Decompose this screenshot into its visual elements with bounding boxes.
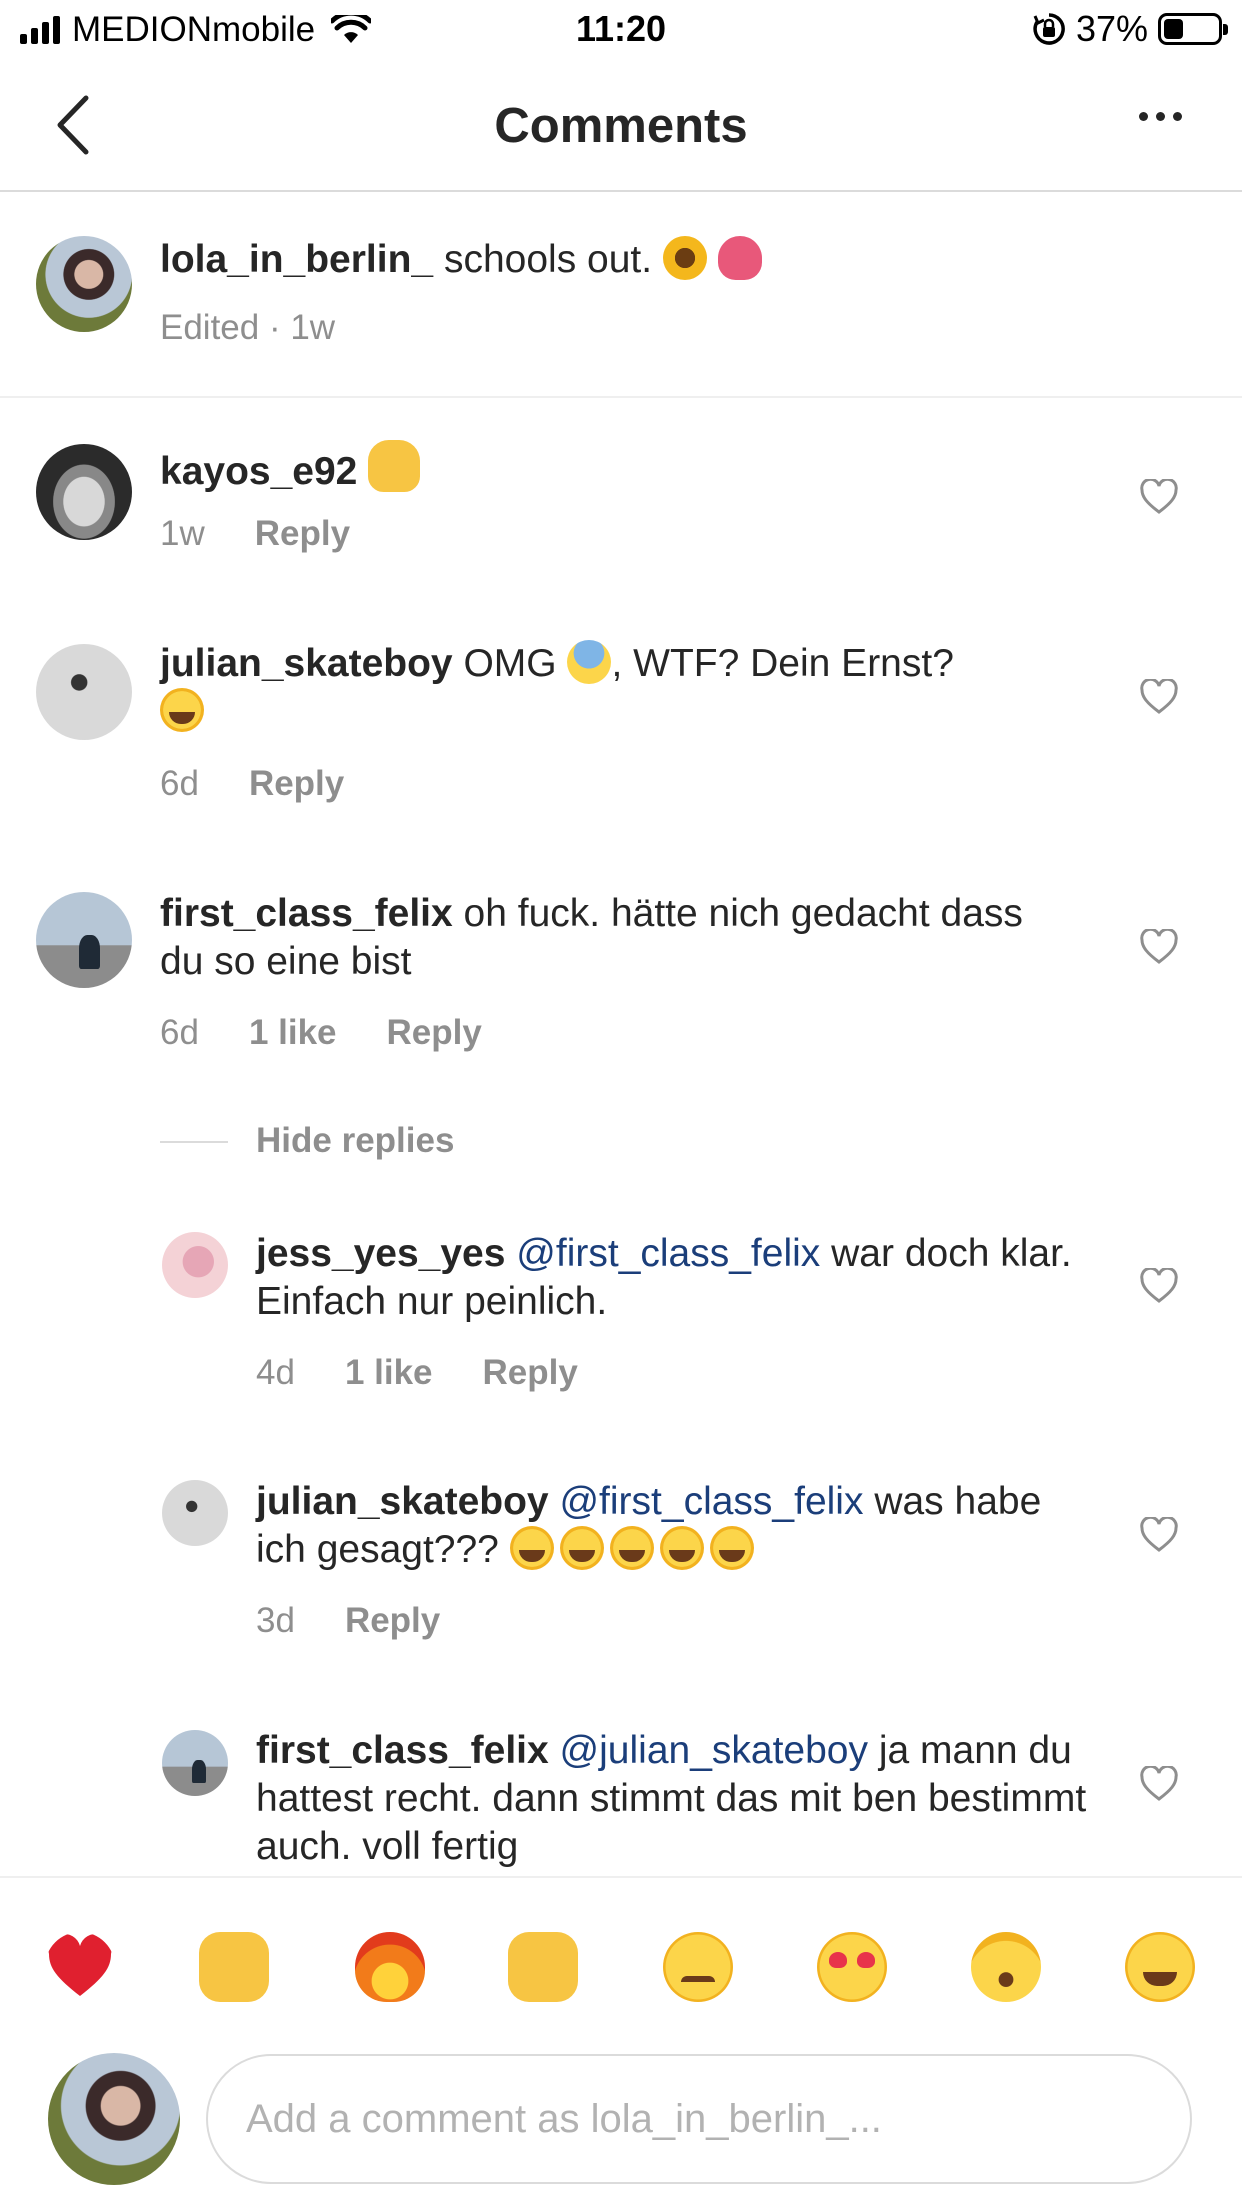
username[interactable]: first_class_felix [160,892,453,935]
reply-meta: 3d Reply [256,1601,440,1641]
page-title: Comments [494,99,748,153]
tears-of-joy-emoji-icon [559,1526,604,1570]
avatar[interactable] [36,644,132,740]
clapping-hands-icon[interactable] [508,1932,578,2002]
avatar[interactable] [162,1730,228,1796]
likes-count[interactable]: 1 like [249,1013,337,1053]
thumbs-up-emoji-icon [368,440,421,492]
comment-meta: 6d Reply [160,764,344,804]
reply-time: 3d [256,1601,295,1640]
battery-icon [1158,13,1228,45]
more-horizontal-icon[interactable] [1139,112,1182,121]
reply-button[interactable]: Reply [483,1353,578,1393]
caption-meta: Edited · 1w [160,308,335,348]
mention-link[interactable]: @julian_skateboy [560,1729,868,1772]
comment-input-bar [0,2036,1242,2208]
avatar[interactable] [36,892,132,988]
heart-icon[interactable] [1139,479,1179,515]
surprised-face-icon[interactable] [971,1932,1041,2002]
username[interactable]: julian_skateboy [160,642,453,685]
reply-text: first_class_felix @julian_skateboy ja ma… [256,1727,1096,1871]
divider [160,1141,228,1143]
comment-body: OMG [463,642,557,685]
tears-of-joy-emoji-icon [509,1526,554,1570]
heart-icon[interactable] [1139,1268,1179,1304]
hide-replies-button[interactable]: Hide replies [256,1121,454,1161]
avatar[interactable] [162,1232,228,1298]
caption-meta-text: Edited · 1w [160,308,336,347]
status-bar: MEDIONmobile 11:20 37% [0,0,1242,62]
tears-of-joy-icon[interactable] [1125,1932,1195,2002]
status-right: 37% [1032,8,1228,50]
heart-icon[interactable] [1139,1517,1179,1553]
fire-icon[interactable] [355,1932,425,2002]
comment-input[interactable] [206,2054,1192,2184]
comment-text: julian_skateboy OMG , WTF? Dein Ernst? [160,640,1060,736]
likes-count[interactable]: 1 like [345,1353,433,1393]
reply-button[interactable]: Reply [255,514,350,554]
battery-percent: 37% [1075,8,1148,49]
tears-of-joy-emoji-icon [609,1526,654,1570]
reply-button[interactable]: Reply [387,1013,482,1053]
comment-meta: 1w Reply [160,514,350,554]
tears-of-joy-emoji-icon [659,1526,704,1570]
screaming-face-emoji-icon [567,640,612,684]
username[interactable]: jess_yes_yes [256,1232,505,1275]
heart-icon[interactable] [1139,1766,1179,1802]
comment-body-cont: , WTF? Dein Ernst? [611,642,954,685]
comment-time: 6d [160,764,199,803]
avatar[interactable] [36,236,132,332]
crying-face-icon[interactable] [663,1932,733,2002]
mention-link[interactable]: @first_class_felix [516,1232,820,1275]
reply-time: 4d [256,1353,295,1392]
red-heart-icon[interactable] [45,1932,115,2002]
reply-text: julian_skateboy @first_class_felix was h… [256,1478,1076,1574]
hide-replies-row[interactable]: Hide replies [256,1121,454,1161]
tears-of-joy-emoji-icon [160,688,204,732]
rotation-lock-icon [1033,13,1065,45]
avatar[interactable] [36,444,132,540]
caption-body: schools out. [443,238,653,281]
comment-text: kayos_e92 [160,440,1120,496]
comment-time: 1w [160,514,205,553]
comment-meta: 6d 1 like Reply [160,1013,482,1053]
heart-eyes-icon[interactable] [817,1932,887,2002]
username[interactable]: lola_in_berlin_ [160,238,433,281]
username[interactable]: julian_skateboy [256,1480,549,1523]
reply-meta: 4d 1 like Reply [256,1353,578,1393]
nav-bar: Comments [0,62,1242,192]
sunflower-emoji-icon [662,236,707,280]
raising-hands-icon[interactable] [199,1932,269,2002]
reply-button[interactable]: Reply [345,1601,440,1641]
heart-icon[interactable] [1139,679,1179,715]
post-caption: lola_in_berlin_ schools out. Edited · 1w [0,192,1242,398]
reply-button[interactable]: Reply [249,764,344,804]
quick-emoji-bar [0,1876,1242,2036]
caption-text: lola_in_berlin_ schools out. [160,236,1160,284]
tulip-emoji-icon [717,236,762,280]
avatar [48,2053,180,2185]
heart-icon[interactable] [1139,929,1179,965]
avatar[interactable] [162,1480,228,1546]
comment-text: first_class_felix oh fuck. hätte nich ge… [160,890,1060,986]
laugh-emoji-row [509,1526,760,1571]
username[interactable]: first_class_felix [256,1729,549,1772]
reply-text: jess_yes_yes @first_class_felix war doch… [256,1230,1076,1326]
comment-time: 6d [160,1013,199,1052]
tears-of-joy-emoji-icon [709,1526,754,1570]
mention-link[interactable]: @first_class_felix [559,1480,863,1523]
username[interactable]: kayos_e92 [160,450,357,493]
